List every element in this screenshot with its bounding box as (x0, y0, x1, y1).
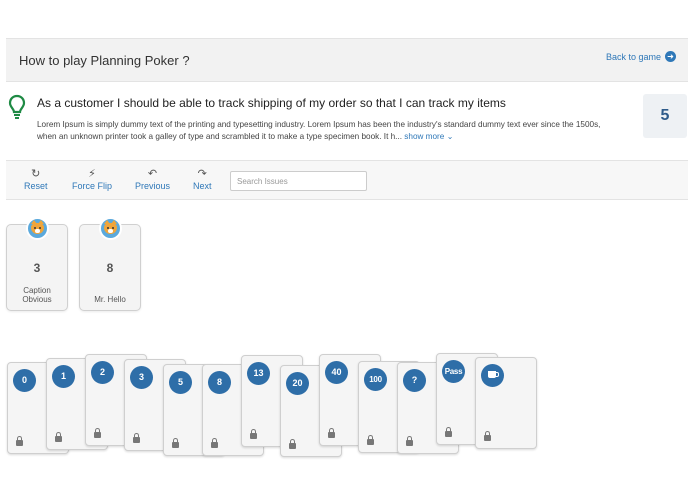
lock-icon (328, 428, 335, 438)
back-to-game-link[interactable]: Back to game ➜ (606, 51, 676, 62)
card-value: 3 (130, 366, 153, 389)
refresh-icon: ↻ (31, 168, 41, 180)
next-label: Next (193, 181, 212, 191)
show-more-link[interactable]: show more ⌄ (404, 132, 453, 141)
force-flip-label: Force Flip (72, 181, 113, 191)
player-card: 8 Mr. Hello (79, 217, 141, 311)
lightning-icon: ⚡ (88, 168, 96, 180)
lock-icon (211, 438, 218, 448)
card-value: 13 (247, 362, 270, 385)
search-issues-input[interactable] (230, 171, 367, 191)
fox-icon (104, 220, 117, 234)
card-value: ? (403, 369, 426, 392)
arrow-right-icon: ➜ (665, 51, 676, 62)
lock-icon (445, 427, 452, 437)
story-description: Lorem Ipsum is simply dummy text of the … (37, 119, 607, 143)
share-arrow-icon: ↷ (197, 168, 207, 180)
lock-icon (16, 436, 23, 446)
header-bar: How to play Planning Poker ? Back to gam… (6, 38, 688, 82)
lock-icon (406, 436, 413, 446)
player-name: Mr. Hello (94, 295, 126, 304)
lock-icon (289, 439, 296, 449)
story-points-badge: 5 (643, 94, 687, 138)
card-value: 2 (91, 361, 114, 384)
avatar (26, 217, 49, 240)
card-value: 1 (52, 365, 75, 388)
toolbar: ↻ Reset ⚡ Force Flip ↶ Previous ↷ Next (6, 160, 688, 200)
reset-button[interactable]: ↻ Reset (24, 167, 48, 191)
card-value: 20 (286, 372, 309, 395)
player-name: Caption Obvious (22, 286, 52, 304)
story-title: As a customer I should be able to track … (37, 96, 506, 110)
back-to-game-label: Back to game (605, 51, 661, 62)
card-value: 40 (325, 361, 348, 384)
lock-icon (55, 432, 62, 442)
reply-icon: ↶ (147, 168, 158, 180)
force-flip-button[interactable]: ⚡ Force Flip (72, 167, 112, 191)
lock-icon (94, 428, 101, 438)
previous-button[interactable]: ↶ Previous (135, 167, 170, 191)
lightbulb-icon (8, 94, 26, 119)
avatar (99, 217, 122, 240)
story-panel: As a customer I should be able to track … (6, 86, 688, 156)
lock-icon (367, 435, 374, 445)
player-vote: 3 (33, 261, 41, 275)
lock-icon (484, 431, 491, 441)
lock-icon (172, 438, 179, 448)
next-button[interactable]: ↷ Next (193, 167, 212, 191)
lock-icon (250, 429, 257, 439)
card-value: 5 (169, 371, 192, 394)
show-more-label: show more (404, 132, 445, 141)
player-card: 3 Caption Obvious (6, 217, 68, 311)
lock-icon (133, 433, 140, 443)
deck-card-coffee[interactable] (475, 357, 537, 449)
previous-label: Previous (135, 181, 171, 191)
reset-label: Reset (24, 181, 48, 191)
coffee-cup-icon (481, 364, 504, 387)
card-value: Pass (442, 360, 465, 383)
fox-icon (31, 220, 44, 234)
story-description-text: Lorem Ipsum is simply dummy text of the … (37, 120, 601, 141)
player-vote: 8 (106, 261, 114, 275)
card-value: 0 (13, 369, 36, 392)
page-title: How to play Planning Poker ? (19, 53, 190, 68)
card-value: 100 (364, 368, 387, 391)
card-value: 8 (208, 371, 231, 394)
